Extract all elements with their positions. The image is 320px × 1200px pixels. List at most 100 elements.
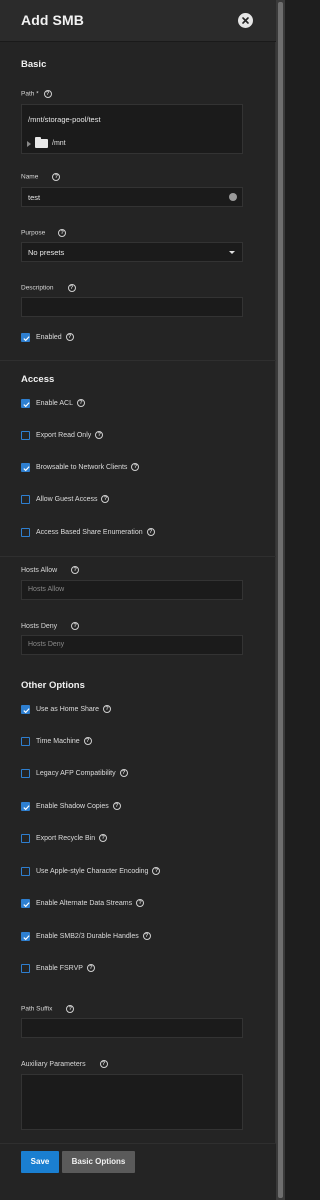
hosts-deny-placeholder: Hosts Deny: [28, 641, 65, 648]
section-basic-title: Basic: [21, 59, 47, 70]
checkbox-icon[interactable]: [21, 964, 30, 973]
divider: [0, 1143, 276, 1144]
checkbox-label: Export Read Only: [36, 431, 92, 439]
help-icon[interactable]: ?: [76, 399, 85, 407]
checkbox-label: Use as Home Share: [36, 705, 100, 713]
help-icon[interactable]: ?: [43, 90, 52, 98]
form-footer: Save Basic Options: [0, 1143, 276, 1200]
checkbox-icon[interactable]: [21, 399, 30, 408]
checkbox-label: Enable SMB2/3 Durable Handles: [36, 932, 139, 940]
tree-node-mnt[interactable]: /mnt: [27, 137, 147, 149]
enabled-checkbox[interactable]: Enabled?: [21, 332, 261, 344]
home-share-checkbox[interactable]: Use as Home Share?: [21, 704, 261, 716]
path-suffix-label: Path Suffix?: [21, 1005, 75, 1013]
description-label: Description?: [21, 284, 76, 292]
help-icon[interactable]: ?: [71, 622, 80, 630]
checkbox-icon[interactable]: [21, 705, 30, 714]
checkbox-label: Export Recycle Bin: [36, 834, 96, 842]
checkbox-icon[interactable]: [21, 495, 30, 504]
apple-encoding-checkbox[interactable]: Use Apple-style Character Encoding?: [21, 866, 261, 878]
checkbox-icon[interactable]: [21, 802, 30, 811]
help-icon[interactable]: ?: [136, 899, 145, 907]
help-icon[interactable]: ?: [146, 528, 155, 536]
divider: [0, 556, 276, 557]
help-icon[interactable]: ?: [95, 431, 104, 439]
path-label: Path *?: [21, 90, 52, 98]
time-machine-checkbox[interactable]: Time Machine?: [21, 736, 261, 748]
help-icon[interactable]: ?: [71, 566, 80, 574]
help-icon[interactable]: ?: [119, 769, 128, 777]
checkbox-icon[interactable]: [21, 834, 30, 843]
export-read-only-checkbox[interactable]: Export Read Only?: [21, 430, 261, 442]
purpose-select[interactable]: No presets: [21, 242, 243, 262]
help-icon[interactable]: ?: [65, 333, 74, 341]
browsable-checkbox[interactable]: Browsable to Network Clients?: [21, 462, 261, 474]
alt-data-streams-checkbox[interactable]: Enable Alternate Data Streams?: [21, 898, 261, 910]
help-icon[interactable]: ?: [83, 737, 92, 745]
help-icon[interactable]: ?: [101, 495, 110, 503]
hosts-deny-input[interactable]: Hosts Deny: [21, 635, 243, 655]
checkbox-icon[interactable]: [21, 333, 30, 342]
scrollbar-thumb[interactable]: [278, 2, 283, 1198]
enable-acl-checkbox[interactable]: Enable ACL?: [21, 398, 261, 410]
checkbox-icon[interactable]: [21, 899, 30, 908]
legacy-afp-checkbox[interactable]: Legacy AFP Compatibility?: [21, 768, 261, 780]
hosts-allow-label: Hosts Allow?: [21, 566, 80, 574]
help-icon[interactable]: ?: [152, 867, 161, 875]
help-icon[interactable]: ?: [103, 705, 112, 713]
checkbox-icon[interactable]: [21, 528, 30, 537]
path-explorer[interactable]: /mnt/storage-pool/test /mnt: [21, 104, 243, 154]
basic-options-button[interactable]: Basic Options: [62, 1151, 135, 1173]
checkbox-icon[interactable]: [21, 463, 30, 472]
help-icon[interactable]: ?: [99, 834, 108, 842]
checkbox-icon[interactable]: [21, 431, 30, 440]
help-icon[interactable]: ?: [131, 463, 140, 471]
name-field[interactable]: test: [21, 187, 243, 207]
hosts-allow-input[interactable]: Hosts Allow: [21, 580, 243, 600]
checkbox-icon[interactable]: [21, 932, 30, 941]
name-label: Name?: [21, 173, 61, 181]
purpose-value: No presets: [28, 248, 65, 257]
section-access-title: Access: [21, 374, 55, 385]
shadow-copies-checkbox[interactable]: Enable Shadow Copies?: [21, 801, 261, 813]
fsrvp-checkbox[interactable]: Enable FSRVP?: [21, 963, 261, 975]
abse-checkbox[interactable]: Access Based Share Enumeration?: [21, 527, 261, 539]
section-other-title: Other Options: [21, 680, 85, 691]
panel-title: Add SMB: [21, 12, 84, 28]
hosts-deny-label: Hosts Deny?: [21, 622, 80, 630]
close-icon[interactable]: [238, 13, 253, 28]
description-field[interactable]: [21, 297, 243, 317]
help-icon[interactable]: ?: [99, 1060, 108, 1068]
help-icon[interactable]: ?: [58, 229, 67, 237]
help-icon[interactable]: ?: [112, 802, 121, 810]
save-button[interactable]: Save: [21, 1151, 59, 1173]
checkbox-label: Enable Shadow Copies: [36, 802, 109, 810]
allow-guest-access-checkbox[interactable]: Allow Guest Access?: [21, 494, 261, 506]
recycle-bin-checkbox[interactable]: Export Recycle Bin?: [21, 833, 261, 845]
divider: [0, 360, 276, 361]
expand-arrow-icon[interactable]: [27, 141, 31, 147]
name-value: test: [28, 193, 41, 202]
checkbox-label: Access Based Share Enumeration: [36, 528, 143, 536]
panel-header: Add SMB: [0, 0, 276, 42]
path-input[interactable]: /mnt/storage-pool/test: [28, 115, 101, 124]
help-icon[interactable]: ?: [52, 173, 61, 181]
help-icon[interactable]: ?: [86, 964, 95, 972]
checkbox-icon[interactable]: [21, 769, 30, 778]
help-icon[interactable]: ?: [142, 932, 151, 940]
checkbox-icon[interactable]: [21, 867, 30, 876]
checkbox-label: Enable FSRVP: [36, 964, 83, 972]
aux-params-label: Auxiliary Parameters?: [21, 1060, 108, 1068]
checkbox-label: Allow Guest Access: [36, 495, 98, 503]
path-suffix-input[interactable]: [21, 1018, 243, 1038]
help-icon[interactable]: ?: [67, 284, 76, 292]
scrollbar[interactable]: [276, 0, 285, 1200]
checkbox-label: Enable Alternate Data Streams: [36, 899, 133, 907]
add-smb-panel: Add SMB Basic Path *? /mnt/storage-pool/…: [0, 0, 276, 1200]
durable-handles-checkbox[interactable]: Enable SMB2/3 Durable Handles?: [21, 931, 261, 943]
checkbox-icon[interactable]: [21, 737, 30, 746]
clear-icon[interactable]: [229, 193, 237, 201]
help-icon[interactable]: ?: [66, 1005, 75, 1013]
folder-icon: [35, 137, 48, 148]
aux-params-textarea[interactable]: [21, 1074, 243, 1130]
